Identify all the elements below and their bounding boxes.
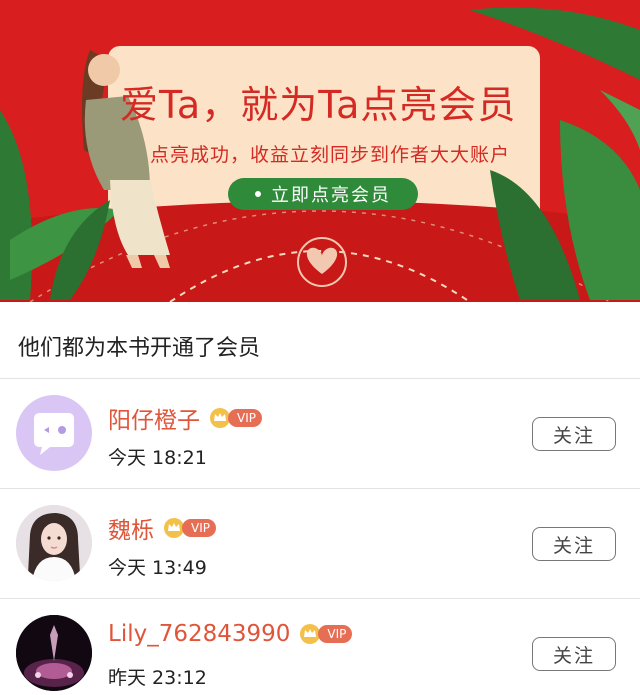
member-name[interactable]: Lily_762843990 xyxy=(108,621,290,647)
member-name[interactable]: 阳仔橙子 xyxy=(108,401,200,435)
vip-badge: VIP xyxy=(162,517,216,539)
member-name[interactable]: 魏栎 xyxy=(108,511,154,545)
member-row[interactable]: Lily_762843990 VIP 昨天 23:12 关注 xyxy=(0,599,640,695)
member-time: 今天 13:49 xyxy=(108,557,207,579)
vip-label: VIP xyxy=(228,409,262,427)
dot-icon xyxy=(255,191,261,197)
avatar[interactable] xyxy=(16,505,92,581)
vip-label: VIP xyxy=(182,519,216,537)
vip-badge: VIP xyxy=(298,623,353,645)
follow-button[interactable]: 关注 xyxy=(532,417,616,451)
banner-subtitle: 点亮成功，收益立刻同步到作者大大账户 xyxy=(150,144,511,166)
member-row[interactable]: 魏栎 VIP 今天 13:49 关注 xyxy=(0,489,640,597)
banner-title: 爱Ta，就为Ta点亮会员 xyxy=(120,83,517,127)
light-membership-button[interactable]: 立即点亮会员 xyxy=(228,178,418,210)
follow-button[interactable]: 关注 xyxy=(532,527,616,561)
section-title: 他们都为本书开通了会员 xyxy=(18,336,261,361)
light-membership-label: 立即点亮会员 xyxy=(271,185,391,206)
photo-avatar-night-icon xyxy=(16,615,92,691)
follow-button[interactable]: 关注 xyxy=(532,637,616,671)
promo-banner[interactable]: 爱Ta，就为Ta点亮会员 点亮成功，收益立刻同步到作者大大账户 立即点亮会员 xyxy=(0,0,640,302)
avatar[interactable] xyxy=(16,615,92,691)
member-time: 昨天 23:12 xyxy=(108,667,207,689)
photo-avatar-girl-icon xyxy=(16,505,92,581)
vip-badge: VIP xyxy=(208,407,262,429)
chat-bubble-avatar-icon xyxy=(34,413,74,455)
member-time: 今天 18:21 xyxy=(108,447,207,469)
vip-label: VIP xyxy=(318,625,353,643)
member-row[interactable]: 阳仔橙子 VIP 今天 18:21 关注 xyxy=(0,379,640,487)
avatar[interactable] xyxy=(16,395,92,471)
